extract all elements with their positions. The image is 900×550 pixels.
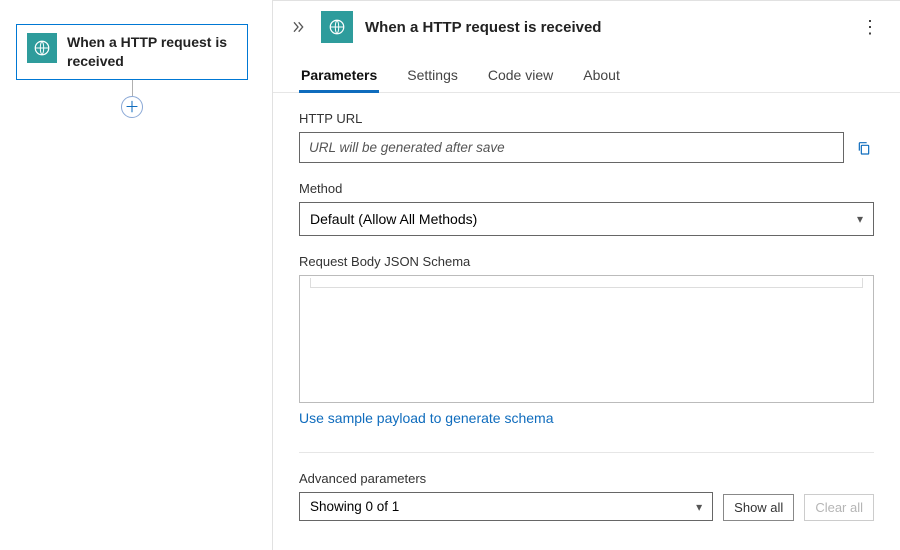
http-request-icon <box>27 33 57 63</box>
chevron-down-icon: ▾ <box>696 500 702 514</box>
schema-label: Request Body JSON Schema <box>299 254 874 269</box>
connector: ＋ <box>16 80 248 118</box>
panel-title: When a HTTP request is received <box>365 19 846 36</box>
panel-tabs: Parameters Settings Code view About <box>273 51 900 93</box>
http-request-icon <box>321 11 353 43</box>
details-panel: When a HTTP request is received ⋮ Parame… <box>272 0 900 550</box>
advanced-parameters-section: Advanced parameters Showing 0 of 1 ▾ Sho… <box>299 471 874 521</box>
method-value: Default (Allow All Methods) <box>310 211 477 227</box>
panel-body: HTTP URL URL will be generated after sav… <box>273 93 900 550</box>
schema-textarea[interactable] <box>299 275 874 403</box>
collapse-panel-button[interactable] <box>287 16 309 38</box>
schema-field: Request Body JSON Schema Use sample payl… <box>299 254 874 428</box>
show-all-button[interactable]: Show all <box>723 494 794 521</box>
divider <box>299 452 874 453</box>
copy-url-button[interactable] <box>854 138 874 158</box>
method-label: Method <box>299 181 874 196</box>
http-url-label: HTTP URL <box>299 111 874 126</box>
panel-header: When a HTTP request is received ⋮ <box>273 1 900 51</box>
tab-about[interactable]: About <box>581 61 622 92</box>
method-select[interactable]: Default (Allow All Methods) ▾ <box>299 202 874 236</box>
trigger-node[interactable]: When a HTTP request is received <box>16 24 248 80</box>
tab-parameters[interactable]: Parameters <box>299 61 379 92</box>
tab-code-view[interactable]: Code view <box>486 61 555 92</box>
clear-all-button: Clear all <box>804 494 874 521</box>
designer-canvas: When a HTTP request is received ＋ <box>0 0 272 550</box>
advanced-params-select[interactable]: Showing 0 of 1 ▾ <box>299 492 713 521</box>
add-step-button[interactable]: ＋ <box>121 96 143 118</box>
http-url-field: HTTP URL URL will be generated after sav… <box>299 111 874 163</box>
advanced-params-value: Showing 0 of 1 <box>310 499 399 514</box>
more-options-button[interactable]: ⋮ <box>858 15 882 39</box>
advanced-label: Advanced parameters <box>299 471 874 486</box>
sample-payload-link[interactable]: Use sample payload to generate schema <box>299 410 553 426</box>
http-url-input[interactable]: URL will be generated after save <box>299 132 844 163</box>
method-field: Method Default (Allow All Methods) ▾ <box>299 181 874 236</box>
trigger-node-title: When a HTTP request is received <box>67 33 237 71</box>
chevron-down-icon: ▾ <box>857 212 863 226</box>
tab-settings[interactable]: Settings <box>405 61 460 92</box>
